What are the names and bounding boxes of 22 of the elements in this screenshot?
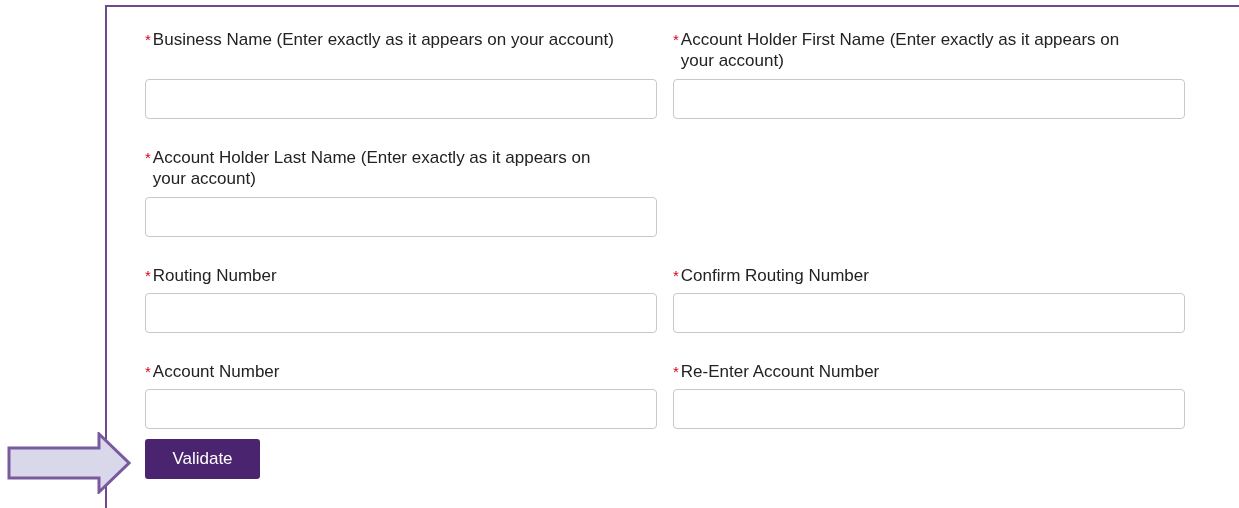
input-field[interactable]: [673, 293, 1185, 333]
required-asterisk: *: [673, 362, 679, 382]
field-label: Account Holder Last Name (Enter exactly as it appears on your account): [152, 147, 592, 189]
field-label: Account Number: [152, 361, 280, 382]
validate-button[interactable]: Validate: [145, 439, 260, 479]
field-label: Business Name (Enter exactly as it appears on your account): [152, 29, 614, 50]
required-asterisk: *: [145, 30, 151, 50]
input-field[interactable]: [145, 197, 657, 237]
required-asterisk: *: [145, 266, 151, 286]
required-asterisk: *: [673, 266, 679, 286]
required-asterisk: *: [145, 148, 151, 168]
input-field[interactable]: [145, 293, 657, 333]
required-asterisk: *: [673, 30, 679, 50]
field-label: Confirm Routing Number: [680, 265, 869, 286]
field-label: Account Holder First Name (Enter exactly as it appears on your account): [680, 29, 1121, 71]
input-field[interactable]: [145, 389, 657, 429]
input-field[interactable]: [673, 79, 1185, 119]
required-asterisk: *: [145, 362, 151, 382]
field-label: Routing Number: [152, 265, 277, 286]
input-field[interactable]: [145, 79, 657, 119]
input-field[interactable]: [673, 389, 1185, 429]
field-label: Re-Enter Account Number: [680, 361, 880, 382]
